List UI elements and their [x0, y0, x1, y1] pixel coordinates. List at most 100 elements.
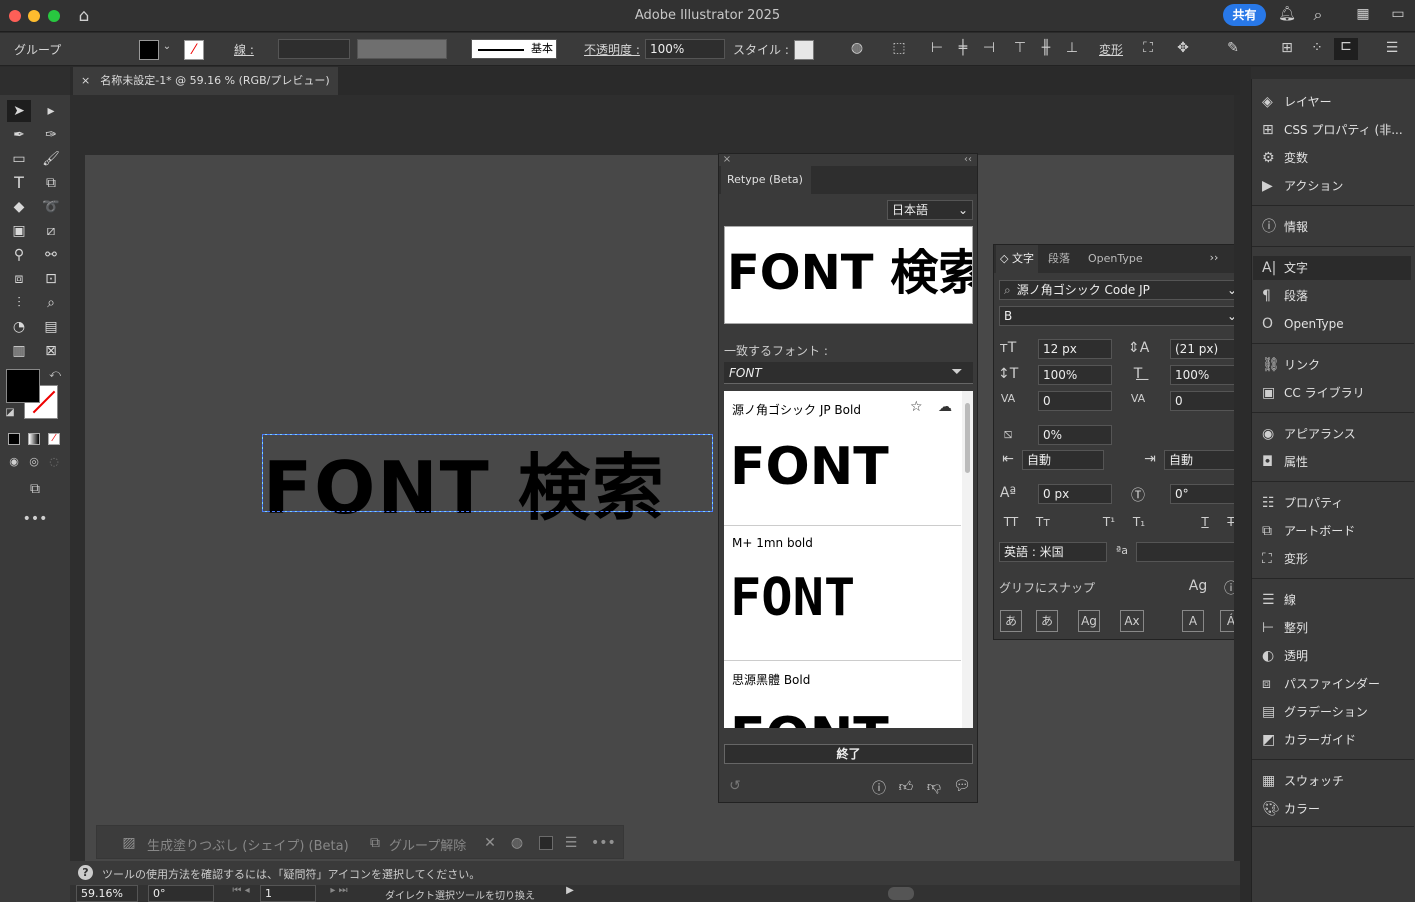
- fill-color-box[interactable]: [6, 369, 40, 403]
- rectangle-tool-icon[interactable]: ▭: [7, 148, 31, 170]
- font-list[interactable]: 源ノ角ゴシック JP Bold ☆ ☁ FONT M+ 1mn bold FON…: [724, 391, 973, 728]
- tracking-field[interactable]: 0: [1170, 391, 1242, 411]
- stroke-swatch[interactable]: ⁄: [184, 40, 204, 60]
- ungroup-button[interactable]: グループ解除: [389, 835, 466, 854]
- none-mode-icon[interactable]: ⁄: [48, 433, 60, 445]
- next-last-icon[interactable]: ▸ ⏭: [324, 885, 354, 896]
- play-icon[interactable]: ▶: [564, 885, 576, 896]
- align-right-icon[interactable]: ⊣: [980, 40, 998, 56]
- vertical-scrollbar[interactable]: [1234, 95, 1250, 885]
- panel-artboards[interactable]: ⧉ アートボード: [1262, 519, 1355, 543]
- panel-swatches[interactable]: ▦ スウォッチ: [1262, 769, 1344, 793]
- font-size-field[interactable]: 12 px: [1038, 339, 1112, 359]
- panel-cc-libraries[interactable]: ▣ CC ライブラリ: [1262, 381, 1365, 405]
- panel-gradient[interactable]: ▤ グラデーション: [1262, 700, 1368, 724]
- underline-icon[interactable]: T: [1194, 515, 1216, 529]
- anti-alias-field[interactable]: [1136, 542, 1242, 562]
- screen-mode-icon[interactable]: ⧉: [22, 481, 48, 497]
- pie-graph-tool-icon[interactable]: ◔: [7, 316, 31, 338]
- menu-icon[interactable]: ☰: [563, 835, 579, 851]
- star-icon[interactable]: ☆: [910, 399, 923, 415]
- thumbs-down-icon[interactable]: 👎︎: [926, 778, 942, 795]
- panel-actions[interactable]: ▶ アクション: [1262, 174, 1343, 198]
- panel-align[interactable]: ⊢ 整列: [1262, 616, 1308, 640]
- image-trace-icon[interactable]: ⊞: [1278, 40, 1296, 56]
- cloud-activate-icon[interactable]: ☁: [938, 399, 952, 415]
- superscript-icon[interactable]: T¹: [1098, 515, 1120, 529]
- info-icon[interactable]: ⓘ: [871, 778, 887, 798]
- symbol-tool-icon[interactable]: ⫶: [7, 292, 31, 314]
- rotate-view-field[interactable]: 0°: [148, 885, 214, 902]
- panel-links[interactable]: ⛓ リンク: [1262, 353, 1320, 377]
- type-tool-icon[interactable]: T: [7, 172, 31, 194]
- panel-css[interactable]: ⊞ CSS プロパティ (非...: [1262, 118, 1403, 142]
- tab-opentype[interactable]: OpenType: [1088, 245, 1143, 273]
- panel-color[interactable]: 🎨︎ カラー: [1262, 797, 1320, 821]
- more-options-icon[interactable]: •••: [591, 835, 616, 851]
- text-wrap-icon[interactable]: ⊏: [1334, 38, 1358, 60]
- panel-opentype[interactable]: O OpenType: [1262, 312, 1344, 336]
- eraser-tool-icon[interactable]: ◆: [7, 196, 31, 218]
- recolor-icon[interactable]: ◍: [509, 835, 525, 851]
- panel-stroke[interactable]: ☰ 線: [1262, 588, 1296, 612]
- panel-transparency[interactable]: ◐ 透明: [1262, 644, 1308, 668]
- glyph-icon[interactable]: Ag: [1188, 578, 1208, 594]
- generative-fill-icon[interactable]: ▨: [121, 835, 137, 851]
- panel-attributes[interactable]: ◘ 属性: [1262, 450, 1308, 474]
- transform-link[interactable]: 変形: [1099, 41, 1123, 58]
- brush-icon[interactable]: ✎: [1219, 40, 1247, 56]
- curvature-tool-icon[interactable]: ✑: [39, 124, 63, 146]
- panel-transform[interactable]: ⛶ 変形: [1262, 547, 1308, 571]
- panel-layers[interactable]: ◈ レイヤー: [1262, 90, 1332, 114]
- document-tab[interactable]: × 名称未設定-1* @ 59.16 % (RGB/プレビュー): [73, 67, 338, 95]
- language-field[interactable]: 英語 : 米国: [999, 542, 1107, 562]
- leading-field[interactable]: (21 px): [1170, 339, 1242, 359]
- aki-left-field[interactable]: 自動: [1022, 450, 1104, 470]
- font-card-1[interactable]: 源ノ角ゴシック JP Bold ☆ ☁ FONT: [724, 391, 961, 526]
- artboard-number-field[interactable]: 1: [260, 885, 316, 902]
- opacity-field[interactable]: 100%: [645, 39, 725, 59]
- transform-box-icon[interactable]: ⬚: [888, 40, 910, 56]
- generative-fill-button[interactable]: 生成塗りつぶし (シェイプ) (Beta): [147, 835, 349, 854]
- selected-text-object[interactable]: FONT 検索: [262, 434, 713, 530]
- bar-graph-tool-icon[interactable]: ▤: [39, 316, 63, 338]
- scale-tool-icon[interactable]: ⧉: [39, 172, 63, 194]
- draw-normal-icon[interactable]: ◉: [6, 455, 22, 468]
- color-mode-icon[interactable]: [8, 433, 20, 445]
- shape-builder-tool-icon[interactable]: ⧈: [7, 268, 31, 290]
- first-prev-icon[interactable]: ⏮ ◂: [226, 885, 256, 896]
- gradient-tool-icon[interactable]: ▣: [7, 220, 31, 242]
- small-caps-icon[interactable]: Tт: [1032, 515, 1054, 529]
- panel-info[interactable]: ⓘ 情報: [1262, 215, 1308, 239]
- retype-tab[interactable]: Retype (Beta): [721, 166, 811, 194]
- font-list-scrollbar[interactable]: [962, 391, 973, 728]
- panel-toggle-icon[interactable]: ▭: [1388, 6, 1408, 22]
- recolor-icon[interactable]: ◍: [848, 40, 866, 56]
- cross-icon[interactable]: ✕: [482, 835, 498, 851]
- zoom-field[interactable]: 59.16%: [76, 885, 138, 902]
- thumbs-up-icon[interactable]: 👍︎: [898, 778, 914, 795]
- font-style-field[interactable]: B ⌄: [999, 306, 1242, 326]
- draw-behind-icon[interactable]: ◎: [26, 455, 42, 468]
- aki-right-field[interactable]: 自動: [1164, 450, 1242, 470]
- panel-paragraph[interactable]: ¶ 段落: [1262, 284, 1308, 308]
- panel-character[interactable]: A| 文字: [1262, 256, 1308, 280]
- tab-character[interactable]: ◇ 文字: [996, 245, 1038, 273]
- close-icon[interactable]: ×: [722, 154, 732, 165]
- close-icon[interactable]: ×: [81, 74, 90, 87]
- chevron-down-icon[interactable]: ⌄: [161, 41, 173, 52]
- align-vcenter-icon[interactable]: ╫: [1037, 40, 1055, 56]
- stroke-style-field[interactable]: 基本: [471, 39, 557, 59]
- horizontal-scroll-thumb[interactable]: [888, 887, 914, 900]
- vertical-scale-field[interactable]: 100%: [1038, 365, 1112, 385]
- opacity-label[interactable]: 不透明度 :: [584, 41, 640, 58]
- stroke-label[interactable]: 線 :: [234, 41, 254, 58]
- panel-appearance[interactable]: ◉ アピアランス: [1262, 422, 1356, 446]
- direct-selection-tool-icon[interactable]: ▸: [39, 100, 63, 122]
- done-button[interactable]: 終了: [724, 744, 973, 764]
- fill-swatch[interactable]: [139, 40, 159, 60]
- share-button[interactable]: 共有: [1223, 4, 1266, 26]
- gradient-mode-icon[interactable]: [28, 433, 40, 445]
- more-tools-icon[interactable]: •••: [22, 511, 48, 527]
- slice-tool-icon[interactable]: ⊠: [39, 340, 63, 362]
